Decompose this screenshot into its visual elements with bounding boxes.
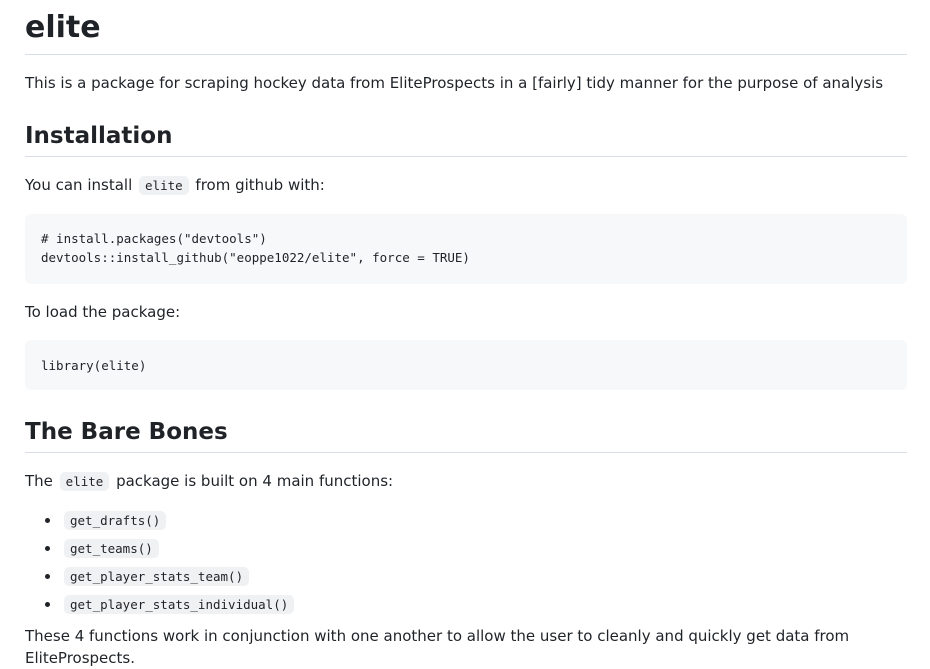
readme-content: elite This is a package for scraping hoc… — [25, 0, 907, 669]
load-package-text: To load the package: — [25, 303, 181, 321]
inline-code-elite: elite — [59, 472, 110, 491]
code-line: devtools::install_github("eoppe1022/elit… — [41, 250, 470, 265]
list-item: get_player_stats_individual() — [62, 594, 907, 622]
function-list: get_drafts() get_teams() get_player_stat… — [25, 510, 907, 622]
inline-code-elite: elite — [139, 176, 189, 195]
list-item: get_teams() — [62, 538, 907, 566]
bare-bones-heading[interactable]: The Bare Bones — [25, 418, 907, 453]
code-line: # install.packages("devtools") — [41, 231, 267, 246]
code-line: library(elite) — [41, 358, 147, 373]
list-item: get_player_stats_team() — [62, 566, 907, 594]
install-intro-before: You can install — [25, 176, 138, 194]
bare-bones-intro-before: The — [25, 472, 58, 490]
list-item: get_drafts() — [62, 510, 907, 538]
bare-bones-intro-after: package is built on 4 main functions: — [111, 472, 394, 490]
function-get-teams: get_teams() — [64, 539, 159, 558]
function-get-player-stats-individual: get_player_stats_individual() — [64, 595, 295, 614]
install-intro: You can install elite from github with: — [25, 174, 907, 197]
install-code-block[interactable]: # install.packages("devtools") devtools:… — [25, 214, 907, 284]
load-code-block[interactable]: library(elite) — [25, 340, 907, 390]
installation-heading[interactable]: Installation — [25, 122, 907, 157]
function-get-player-stats-team: get_player_stats_team() — [64, 567, 250, 586]
functions-outro: These 4 functions work in conjunction wi… — [25, 627, 850, 667]
bare-bones-intro: The elite package is built on 4 main fun… — [25, 470, 907, 493]
function-get-drafts: get_drafts() — [64, 511, 167, 530]
package-description: This is a package for scraping hockey da… — [25, 74, 884, 92]
page-title: elite — [25, 0, 907, 55]
install-intro-after: from github with: — [190, 176, 325, 194]
